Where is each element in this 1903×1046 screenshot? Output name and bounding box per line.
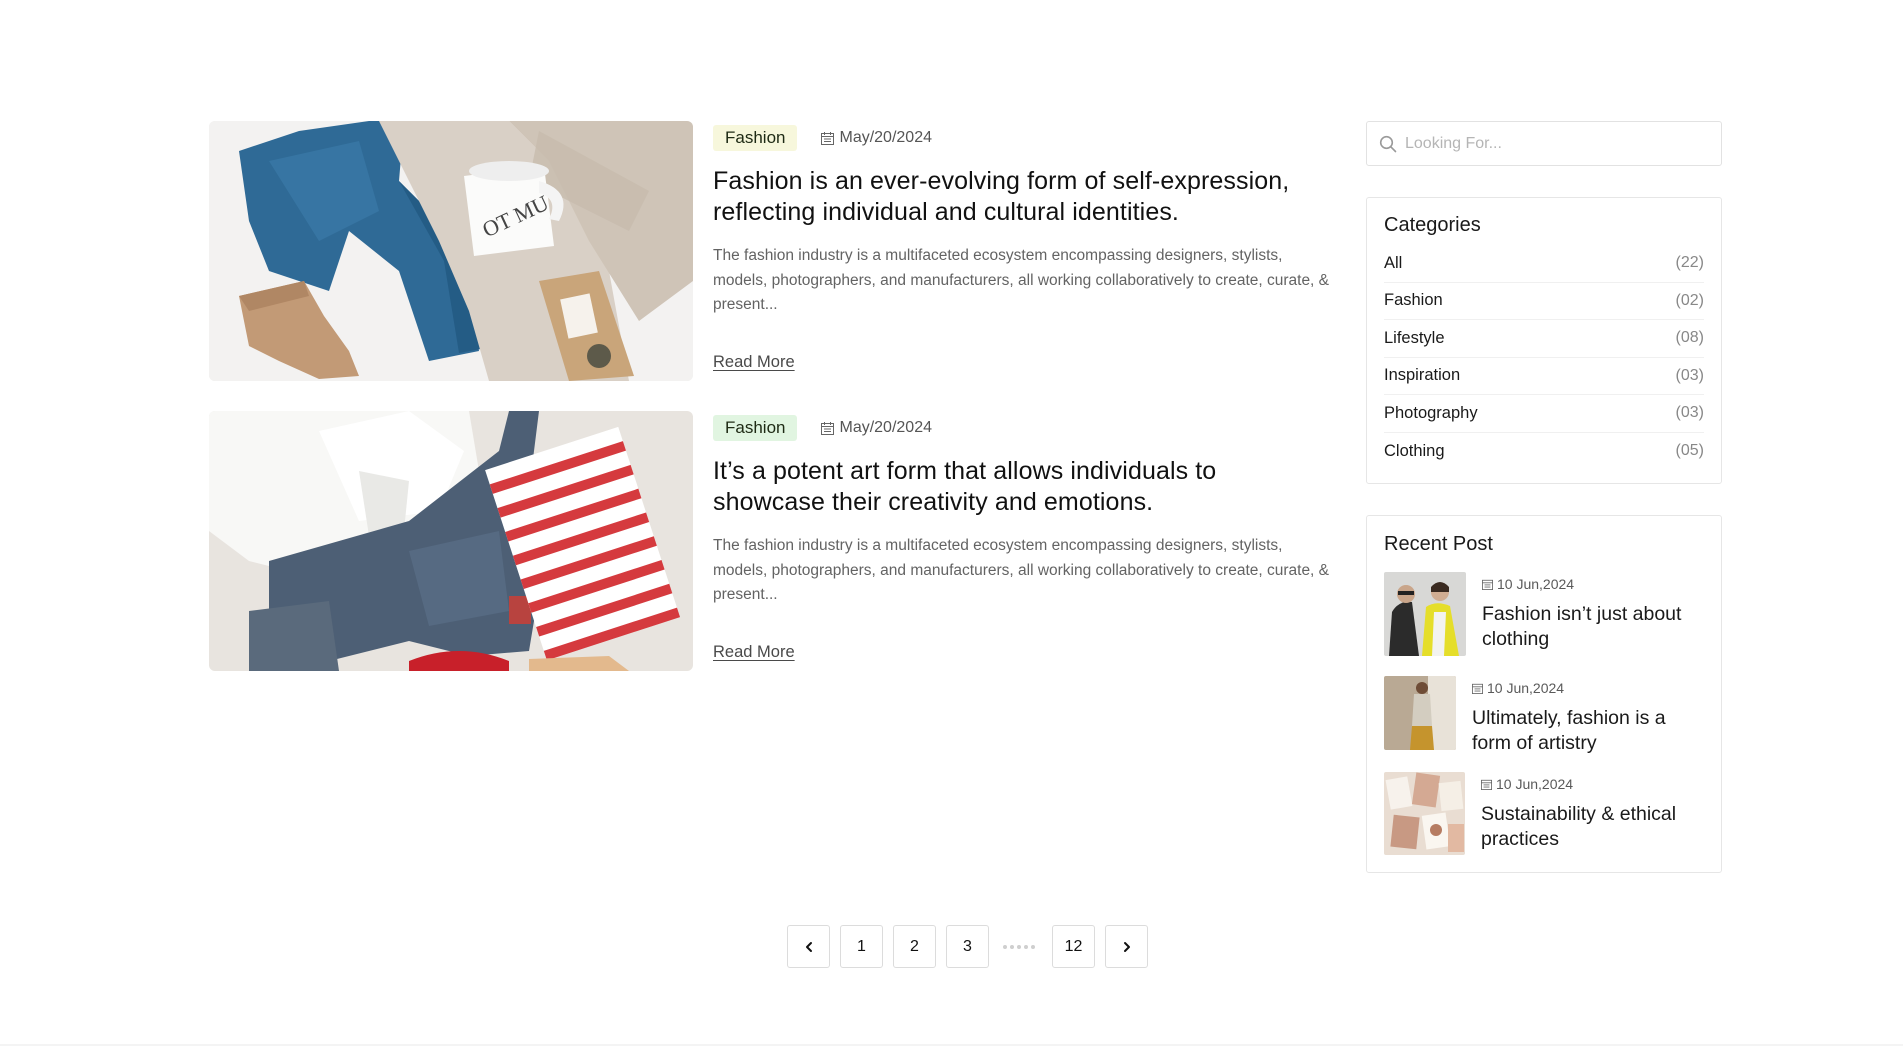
post-excerpt: The fashion industry is a multifaceted e… — [713, 247, 1330, 313]
category-count: (08) — [1675, 329, 1704, 347]
recent-post-date: 10 Jun,2024 — [1472, 680, 1692, 696]
category-count: (02) — [1675, 291, 1704, 309]
read-more-link[interactable]: Read More — [713, 353, 795, 372]
category-count: (05) — [1675, 442, 1704, 460]
recent-post-date: 10 Jun,2024 — [1482, 576, 1692, 592]
recent-posts-widget: Recent Post 10 Jun,2024 Fashion isn’t ju… — [1366, 515, 1722, 873]
page-button-3[interactable]: 3 — [946, 925, 989, 968]
recent-post-text: 10 Jun,2024 Sustainability & ethical pra… — [1481, 776, 1691, 852]
category-label: Lifestyle — [1384, 328, 1445, 347]
recent-post-text: 10 Jun,2024 Ultimately, fashion is a for… — [1472, 680, 1692, 756]
recent-post-title[interactable]: Fashion isn’t just about clothing — [1482, 602, 1692, 652]
recent-post-text: 10 Jun,2024 Fashion isn’t just about clo… — [1482, 576, 1692, 652]
recent-post-thumb[interactable] — [1384, 572, 1466, 656]
recent-post-image — [1384, 772, 1465, 855]
recent-post-date-text: 10 Jun,2024 — [1496, 776, 1574, 792]
post-excerpt: The fashion industry is a multifaceted e… — [713, 537, 1330, 603]
recent-post-date: 10 Jun,2024 — [1481, 776, 1691, 792]
recent-post-thumb[interactable] — [1384, 676, 1456, 750]
blog-page: OT MU Fashion May/20/2024 Fashion is an … — [0, 0, 1903, 1046]
category-item-all[interactable]: All (22) — [1384, 245, 1704, 283]
recent-post-item[interactable]: 10 Jun,2024 Sustainability & ethical pra… — [1384, 772, 1706, 856]
search-box — [1366, 121, 1722, 166]
post-date: May/20/2024 — [821, 419, 932, 437]
post-body: Fashion May/20/2024 It’s a potent art fo… — [713, 411, 1335, 671]
category-tag[interactable]: Fashion — [713, 415, 798, 441]
recent-post-title[interactable]: Ultimately, fashion is a form of artistr… — [1472, 706, 1692, 756]
category-label: Inspiration — [1384, 366, 1461, 385]
prev-page-button[interactable] — [787, 925, 830, 968]
category-count: (22) — [1675, 254, 1704, 272]
category-item-photography[interactable]: Photography (03) — [1384, 395, 1704, 433]
post-date: May/20/2024 — [821, 129, 932, 147]
calendar-icon — [1481, 779, 1492, 790]
post-date-text: May/20/2024 — [839, 419, 932, 436]
calendar-icon — [821, 421, 835, 435]
recent-post-thumb[interactable] — [1384, 772, 1465, 855]
pagination-ellipsis — [1003, 944, 1038, 949]
page-button-1[interactable]: 1 — [840, 925, 883, 968]
category-label: All — [1384, 253, 1403, 272]
post-image[interactable] — [209, 411, 693, 671]
category-tag[interactable]: Fashion — [713, 125, 798, 151]
search-input[interactable] — [1405, 134, 1705, 153]
post-date-text: May/20/2024 — [839, 129, 932, 146]
post-image[interactable]: OT MU — [209, 121, 693, 381]
category-count: (03) — [1675, 404, 1704, 422]
recent-post-title[interactable]: Sustainability & ethical practices — [1481, 802, 1691, 852]
post-card: Fashion May/20/2024 It’s a potent art fo… — [209, 411, 1335, 671]
read-more-link[interactable]: Read More — [713, 643, 795, 662]
category-item-lifestyle[interactable]: Lifestyle (08) — [1384, 320, 1704, 358]
chevron-left-icon — [805, 941, 812, 952]
recent-post-image — [1384, 572, 1466, 656]
post-image-graphic — [209, 411, 693, 671]
category-item-fashion[interactable]: Fashion (02) — [1384, 283, 1704, 320]
category-item-clothing[interactable]: Clothing (05) — [1384, 433, 1704, 471]
recent-posts-title: Recent Post — [1384, 533, 1493, 555]
calendar-icon — [821, 131, 835, 145]
recent-post-item[interactable]: 10 Jun,2024 Ultimately, fashion is a for… — [1384, 676, 1706, 760]
post-title[interactable]: It’s a potent art form that allows indiv… — [713, 456, 1335, 518]
next-page-button[interactable] — [1105, 925, 1148, 968]
recent-post-item[interactable]: 10 Jun,2024 Fashion isn’t just about clo… — [1384, 572, 1706, 656]
calendar-icon — [1482, 579, 1493, 590]
post-title[interactable]: Fashion is an ever-evolving form of self… — [713, 166, 1335, 228]
categories-widget: Categories All (22) Fashion (02) Lifesty… — [1366, 197, 1722, 484]
recent-post-image — [1384, 676, 1456, 750]
chevron-right-icon — [1123, 941, 1130, 952]
category-item-inspiration[interactable]: Inspiration (03) — [1384, 358, 1704, 395]
recent-post-date-text: 10 Jun,2024 — [1487, 680, 1565, 696]
category-count: (03) — [1675, 366, 1704, 384]
page-button-last[interactable]: 12 — [1052, 925, 1095, 968]
post-meta: Fashion May/20/2024 — [713, 125, 1335, 151]
calendar-icon — [1472, 683, 1483, 694]
search-icon — [1379, 135, 1397, 152]
page-button-2[interactable]: 2 — [893, 925, 936, 968]
post-image-graphic: OT MU — [209, 121, 693, 381]
category-label: Photography — [1384, 403, 1478, 422]
post-body: Fashion May/20/2024 Fashion is an ever-e… — [713, 121, 1335, 381]
category-label: Fashion — [1384, 291, 1443, 310]
post-card: OT MU Fashion May/20/2024 Fashion is an … — [209, 121, 1335, 381]
category-list: All (22) Fashion (02) Lifestyle (08) Ins… — [1384, 245, 1704, 470]
recent-post-date-text: 10 Jun,2024 — [1497, 576, 1575, 592]
category-label: Clothing — [1384, 441, 1445, 460]
categories-title: Categories — [1384, 214, 1481, 236]
pagination: 1 2 3 12 — [787, 925, 1158, 968]
post-meta: Fashion May/20/2024 — [713, 415, 1335, 441]
